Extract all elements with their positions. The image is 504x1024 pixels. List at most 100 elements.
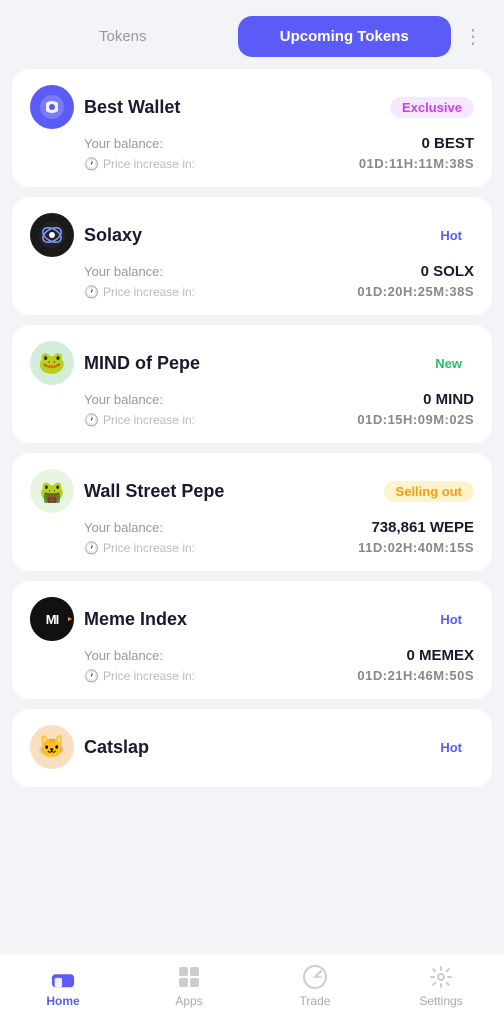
badge-wall-street-pepe: Selling out [384, 481, 474, 502]
wall-street-pepe-logo-icon: 🐸 💼 [30, 469, 74, 513]
card-header-row-meme: MI Meme Index Hot [30, 597, 474, 641]
balance-label-best-wallet: Your balance: [84, 136, 163, 151]
token-name-wall-street-pepe: Wall Street Pepe [84, 481, 224, 502]
mind-of-pepe-logo-icon: 🐸 [30, 341, 74, 385]
token-icon-best-wallet [30, 85, 74, 129]
price-label-meme: 🕐 Price increase in: [84, 669, 195, 683]
token-name-catslap: Catslap [84, 737, 149, 758]
timer-row-meme: 🕐 Price increase in: 01D:21H:46M:50S [84, 668, 474, 683]
solaxy-logo-icon [37, 220, 67, 250]
more-options-button[interactable]: ⋮ [459, 24, 488, 49]
balance-row-wsp: Your balance: 738,861 WEPE [84, 519, 474, 536]
timer-row-best-wallet: 🕐 Price increase in: 01D:11H:11M:38S [84, 156, 474, 171]
clock-icon-best-wallet: 🕐 [84, 157, 99, 171]
svg-text:🐸: 🐸 [38, 350, 65, 375]
badge-meme-index: Hot [428, 609, 474, 630]
nav-label-settings: Settings [419, 994, 462, 1008]
badge-catslap: Hot [428, 737, 474, 758]
balance-row-solaxy: Your balance: 0 SOLX [84, 263, 474, 280]
balance-value-mind: 0 MIND [423, 391, 474, 408]
tab-upcoming-tokens[interactable]: Upcoming Tokens [238, 16, 452, 57]
timer-value-wsp: 11D:02H:40M:15S [358, 540, 474, 555]
nav-item-home[interactable]: Home [0, 964, 126, 1008]
token-card-meme-index[interactable]: MI Meme Index Hot Your balance: 0 MEMEX … [12, 581, 492, 699]
timer-row-mind: 🕐 Price increase in: 01D:15H:09M:02S [84, 412, 474, 427]
balance-row-meme: Your balance: 0 MEMEX [84, 647, 474, 664]
price-label-solaxy: 🕐 Price increase in: [84, 285, 195, 299]
token-card-wall-street-pepe[interactable]: 🐸 💼 Wall Street Pepe Selling out Your ba… [12, 453, 492, 571]
svg-text:MI: MI [46, 612, 59, 627]
card-left-wsp: 🐸 💼 Wall Street Pepe [30, 469, 224, 513]
card-header-row-solaxy: Solaxy Hot [30, 213, 474, 257]
header: Tokens Upcoming Tokens ⋮ [0, 0, 504, 69]
balance-label-mind: Your balance: [84, 392, 163, 407]
token-icon-wall-street-pepe: 🐸 💼 [30, 469, 74, 513]
token-card-mind-of-pepe[interactable]: 🐸 MIND of Pepe New Your balance: 0 MIND … [12, 325, 492, 443]
token-icon-mind-of-pepe: 🐸 [30, 341, 74, 385]
token-card-catslap[interactable]: 🐱 Catslap Hot [12, 709, 492, 787]
clock-icon-wsp: 🕐 [84, 541, 99, 555]
apps-icon [176, 964, 202, 990]
balance-value-meme: 0 MEMEX [406, 647, 474, 664]
token-icon-catslap: 🐱 [30, 725, 74, 769]
card-left-catslap: 🐱 Catslap [30, 725, 149, 769]
timer-value-best-wallet: 01D:11H:11M:38S [359, 156, 474, 171]
balance-value-wsp: 738,861 WEPE [371, 519, 474, 536]
clock-icon-meme: 🕐 [84, 669, 99, 683]
token-card-solaxy[interactable]: Solaxy Hot Your balance: 0 SOLX 🕐 Price … [12, 197, 492, 315]
balance-row-best-wallet: Your balance: 0 BEST [84, 135, 474, 152]
balance-value-best-wallet: 0 BEST [421, 135, 474, 152]
trade-icon [302, 964, 328, 990]
nav-item-trade[interactable]: Trade [252, 964, 378, 1008]
nav-label-trade: Trade [300, 994, 331, 1008]
token-icon-solaxy [30, 213, 74, 257]
clock-icon-mind: 🕐 [84, 413, 99, 427]
timer-row-wsp: 🕐 Price increase in: 11D:02H:40M:15S [84, 540, 474, 555]
card-left-mind: 🐸 MIND of Pepe [30, 341, 200, 385]
clock-icon-solaxy: 🕐 [84, 285, 99, 299]
card-left-meme: MI Meme Index [30, 597, 187, 641]
badge-solaxy: Hot [428, 225, 474, 246]
best-wallet-logo-icon [38, 93, 66, 121]
token-name-solaxy: Solaxy [84, 225, 142, 246]
nav-item-apps[interactable]: Apps [126, 964, 252, 1008]
card-header-row-catslap: 🐱 Catslap Hot [30, 725, 474, 769]
nav-item-settings[interactable]: Settings [378, 964, 504, 1008]
card-left: Best Wallet [30, 85, 180, 129]
svg-text:💼: 💼 [47, 494, 57, 503]
meme-index-logo-icon: MI [30, 597, 74, 641]
token-cards-list: Best Wallet Exclusive Your balance: 0 BE… [0, 69, 504, 699]
card-left-solaxy: Solaxy [30, 213, 142, 257]
price-label-wsp: 🕐 Price increase in: [84, 541, 195, 555]
price-label-mind: 🕐 Price increase in: [84, 413, 195, 427]
token-name-mind-of-pepe: MIND of Pepe [84, 353, 200, 374]
timer-value-mind: 01D:15H:09M:02S [357, 412, 474, 427]
badge-mind-of-pepe: New [423, 353, 474, 374]
card-header-row-wsp: 🐸 💼 Wall Street Pepe Selling out [30, 469, 474, 513]
balance-row-mind: Your balance: 0 MIND [84, 391, 474, 408]
balance-label-solaxy: Your balance: [84, 264, 163, 279]
card-header-row: Best Wallet Exclusive [30, 85, 474, 129]
home-icon [50, 964, 76, 990]
token-name-meme-index: Meme Index [84, 609, 187, 630]
balance-value-solaxy: 0 SOLX [421, 263, 474, 280]
svg-text:🐱: 🐱 [38, 734, 65, 759]
balance-label-meme: Your balance: [84, 648, 163, 663]
token-name-best-wallet: Best Wallet [84, 97, 180, 118]
price-label-best-wallet: 🕐 Price increase in: [84, 157, 195, 171]
partial-card-container: 🐱 Catslap Hot [0, 699, 504, 787]
card-header-row-mind: 🐸 MIND of Pepe New [30, 341, 474, 385]
nav-label-home: Home [46, 994, 79, 1008]
token-icon-meme-index: MI [30, 597, 74, 641]
settings-icon [428, 964, 454, 990]
nav-label-apps: Apps [175, 994, 202, 1008]
bottom-navigation: Home Apps Trade S [0, 953, 504, 1024]
timer-row-solaxy: 🕐 Price increase in: 01D:20H:25M:38S [84, 284, 474, 299]
timer-value-solaxy: 01D:20H:25M:38S [357, 284, 474, 299]
balance-label-wsp: Your balance: [84, 520, 163, 535]
badge-best-wallet: Exclusive [390, 97, 474, 118]
token-card-best-wallet[interactable]: Best Wallet Exclusive Your balance: 0 BE… [12, 69, 492, 187]
catslap-logo-icon: 🐱 [30, 725, 74, 769]
timer-value-meme: 01D:21H:46M:50S [357, 668, 474, 683]
tab-tokens[interactable]: Tokens [16, 16, 230, 57]
